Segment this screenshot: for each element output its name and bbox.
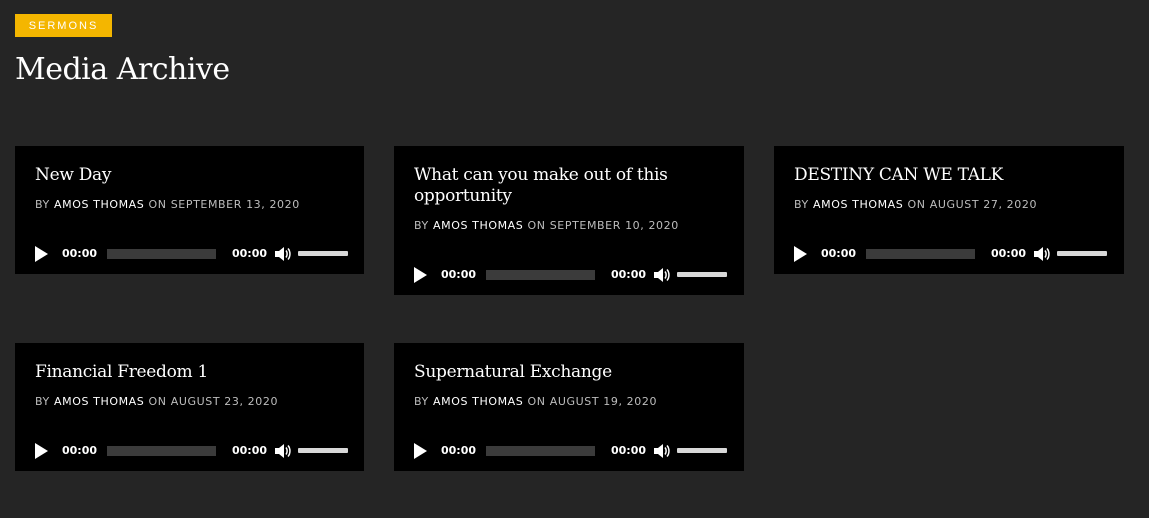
volume-slider[interactable]: [677, 272, 727, 277]
on-label: ON: [148, 198, 167, 211]
play-icon[interactable]: [35, 246, 48, 262]
sermon-card: New Day BY AMOS THOMAS ON SEPTEMBER 13, …: [15, 146, 364, 274]
sermon-card: Supernatural Exchange BY AMOS THOMAS ON …: [394, 343, 744, 471]
sermon-meta: BY AMOS THOMAS ON SEPTEMBER 13, 2020: [35, 198, 300, 211]
by-label: BY: [414, 219, 429, 232]
on-label: ON: [527, 395, 546, 408]
sermon-card: What can you make out of this opportunit…: [394, 146, 744, 295]
progress-rail[interactable]: [486, 446, 595, 456]
audio-player: 00:00 00:00: [412, 440, 728, 464]
sermon-card: DESTINY CAN WE TALK BY AMOS THOMAS ON AU…: [774, 146, 1124, 274]
current-time: 00:00: [821, 247, 857, 260]
audio-player: 00:00 00:00: [792, 243, 1108, 267]
category-tag[interactable]: SERMONS: [15, 14, 112, 37]
play-icon[interactable]: [414, 443, 427, 459]
author-link[interactable]: AMOS THOMAS: [54, 395, 144, 408]
audio-player: 00:00 00:00: [412, 264, 728, 288]
sermon-date: AUGUST 27, 2020: [929, 198, 1038, 211]
volume-icon[interactable]: [273, 245, 291, 263]
play-icon[interactable]: [794, 246, 807, 262]
duration: 00:00: [611, 268, 647, 281]
volume-slider[interactable]: [298, 251, 348, 256]
sermon-title[interactable]: What can you make out of this opportunit…: [414, 165, 714, 207]
on-label: ON: [148, 395, 167, 408]
sermon-date: SEPTEMBER 13, 2020: [170, 198, 300, 211]
current-time: 00:00: [62, 444, 98, 457]
progress-rail[interactable]: [107, 249, 216, 259]
current-time: 00:00: [441, 268, 477, 281]
sermon-date: AUGUST 23, 2020: [170, 395, 279, 408]
play-icon[interactable]: [35, 443, 48, 459]
by-label: BY: [35, 198, 50, 211]
sermon-title[interactable]: DESTINY CAN WE TALK: [794, 165, 1094, 186]
duration: 00:00: [611, 444, 647, 457]
volume-slider[interactable]: [1057, 251, 1107, 256]
sermon-meta: BY AMOS THOMAS ON SEPTEMBER 10, 2020: [414, 219, 679, 232]
progress-rail[interactable]: [486, 270, 595, 280]
sermon-title[interactable]: Supernatural Exchange: [414, 362, 714, 383]
progress-rail[interactable]: [107, 446, 216, 456]
by-label: BY: [414, 395, 429, 408]
audio-player: 00:00 00:00: [33, 440, 349, 464]
author-link[interactable]: AMOS THOMAS: [813, 198, 903, 211]
volume-icon[interactable]: [273, 442, 291, 460]
on-label: ON: [907, 198, 926, 211]
sermon-meta: BY AMOS THOMAS ON AUGUST 23, 2020: [35, 395, 278, 408]
sermon-card: Financial Freedom 1 BY AMOS THOMAS ON AU…: [15, 343, 364, 471]
current-time: 00:00: [62, 247, 98, 260]
volume-slider[interactable]: [298, 448, 348, 453]
audio-player: 00:00 00:00: [33, 243, 349, 267]
on-label: ON: [527, 219, 546, 232]
author-link[interactable]: AMOS THOMAS: [433, 219, 523, 232]
by-label: BY: [35, 395, 50, 408]
author-link[interactable]: AMOS THOMAS: [433, 395, 523, 408]
sermon-meta: BY AMOS THOMAS ON AUGUST 19, 2020: [414, 395, 657, 408]
progress-rail[interactable]: [866, 249, 975, 259]
play-icon[interactable]: [414, 267, 427, 283]
sermon-title[interactable]: Financial Freedom 1: [35, 362, 335, 383]
page-title: Media Archive: [15, 52, 230, 87]
sermon-title[interactable]: New Day: [35, 165, 335, 186]
by-label: BY: [794, 198, 809, 211]
sermon-date: AUGUST 19, 2020: [549, 395, 658, 408]
sermon-date: SEPTEMBER 10, 2020: [549, 219, 679, 232]
duration: 00:00: [232, 247, 268, 260]
volume-slider[interactable]: [677, 448, 727, 453]
author-link[interactable]: AMOS THOMAS: [54, 198, 144, 211]
volume-icon[interactable]: [652, 442, 670, 460]
duration: 00:00: [991, 247, 1027, 260]
volume-icon[interactable]: [652, 266, 670, 284]
sermon-meta: BY AMOS THOMAS ON AUGUST 27, 2020: [794, 198, 1037, 211]
duration: 00:00: [232, 444, 268, 457]
current-time: 00:00: [441, 444, 477, 457]
volume-icon[interactable]: [1032, 245, 1050, 263]
